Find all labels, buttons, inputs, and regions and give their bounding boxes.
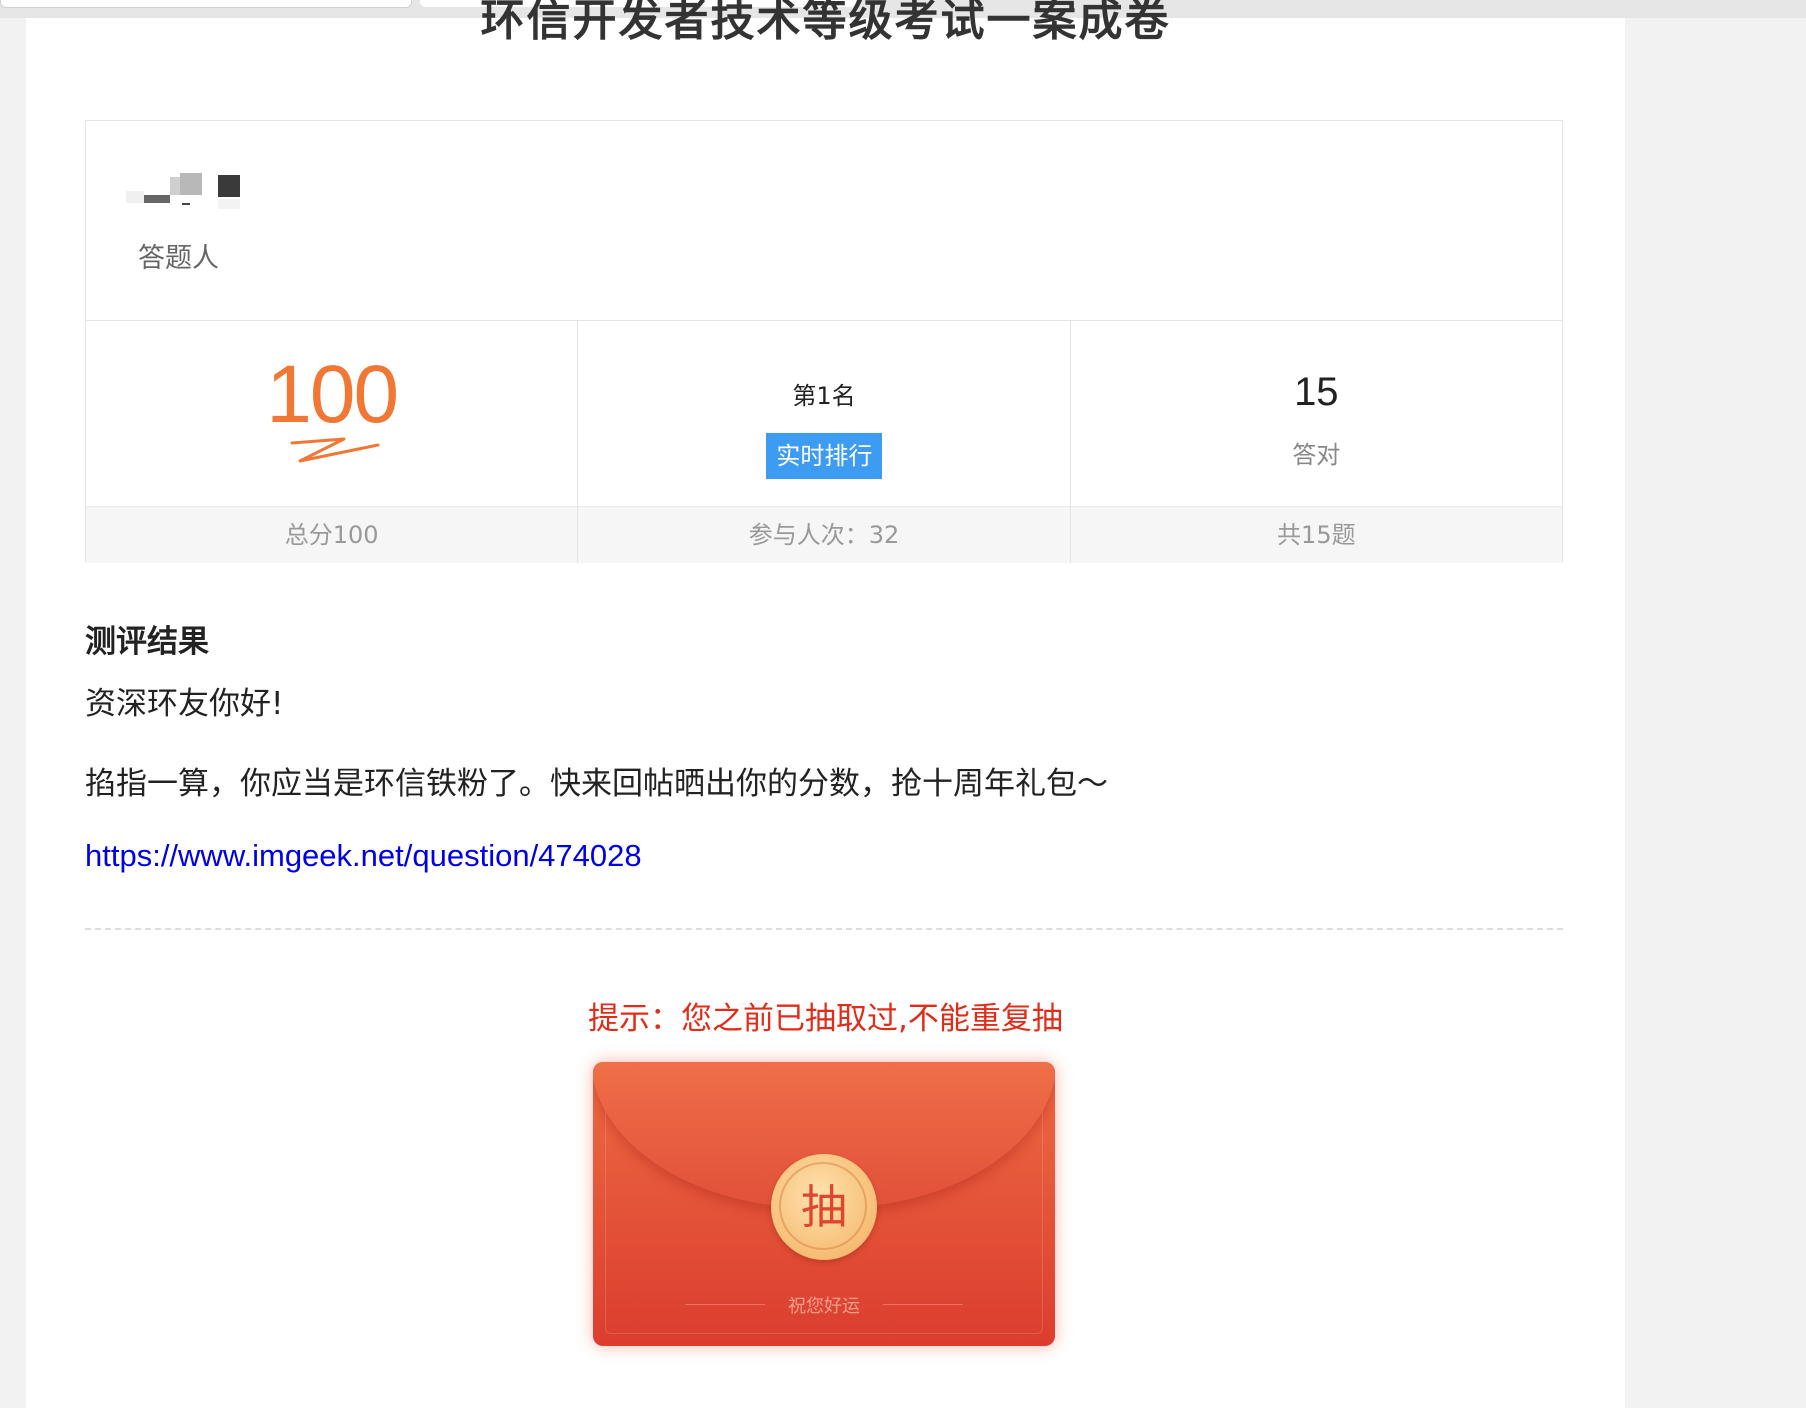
answerer-avatar-pixelated — [126, 173, 241, 213]
question-link[interactable]: https://www.imgeek.net/question/474028 — [85, 838, 642, 874]
draw-button[interactable]: 抽 — [771, 1154, 877, 1260]
result-title: 测评结果 — [85, 624, 209, 660]
section-divider — [85, 928, 1563, 930]
score-underline-mark — [290, 437, 380, 463]
exam-title: 环信开发者技术等级考试一案成卷 — [480, 0, 1171, 46]
exam-result-page: 环信开发者技术等级考试一案成卷 答题人 100 总分100 第1名 实时排行 参… — [26, 0, 1625, 1408]
wish-text: 祝您好运 — [788, 1296, 860, 1317]
correct-label: 答对 — [1292, 441, 1341, 469]
result-message: 掐指一算，你应当是环信铁粉了。快来回帖晒出你的分数，抢十周年礼包～ — [85, 766, 1108, 802]
correct-stat: 15 答对 共15题 — [1070, 320, 1562, 563]
answerer-section: 答题人 — [86, 121, 1562, 321]
score-total: 总分100 — [86, 506, 578, 563]
score-stat: 100 总分100 — [86, 320, 579, 563]
participants-count: 参与人次：32 — [578, 506, 1070, 563]
answerer-label: 答题人 — [138, 243, 219, 274]
red-envelope: 抽 祝您好运 — [593, 1062, 1055, 1346]
lottery-hint: 提示：您之前已抽取过,不能重复抽 — [588, 1001, 1063, 1037]
correct-count: 15 — [1294, 370, 1339, 414]
total-questions: 共15题 — [1070, 506, 1562, 563]
rank-stat: 第1名 实时排行 参与人次：32 — [578, 320, 1071, 563]
draw-button-label: 抽 — [801, 1180, 847, 1234]
score-value: 100 — [266, 349, 399, 440]
result-greeting: 资深环友你好! — [85, 686, 284, 722]
rank-value: 第1名 — [792, 382, 856, 410]
realtime-ranking-button[interactable]: 实时排行 — [766, 433, 883, 479]
stats-row: 100 总分100 第1名 实时排行 参与人次：32 15 答对 共15题 — [86, 320, 1562, 563]
score-card: 答题人 100 总分100 第1名 实时排行 参与人次：32 15 答对 共15… — [85, 120, 1563, 563]
